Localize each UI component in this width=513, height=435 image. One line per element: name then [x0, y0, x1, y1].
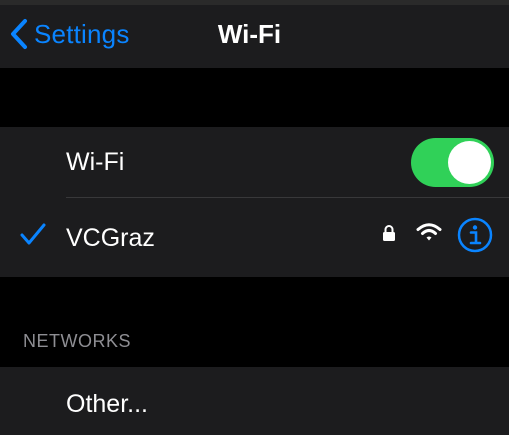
checkmark-icon	[20, 222, 46, 251]
networks-section-header: NETWORKS	[23, 331, 132, 351]
network-name: VCGraz	[66, 224, 155, 252]
lock-icon	[382, 224, 396, 247]
navigation-bar: Settings Wi-Fi	[0, 5, 509, 68]
connected-network-row[interactable]: VCGraz	[0, 198, 509, 277]
wifi-settings-screen: Settings Wi-Fi Wi-Fi VCGraz NETWORKS Oth…	[0, 0, 509, 435]
toggle-knob	[448, 141, 491, 184]
wifi-signal-icon	[416, 222, 442, 247]
wifi-toggle-label: Wi-Fi	[66, 148, 125, 176]
other-network-label: Other...	[66, 390, 148, 418]
wifi-group: Wi-Fi VCGraz	[0, 127, 509, 277]
page-title: Wi-Fi	[217, 19, 282, 49]
wifi-toggle[interactable]	[411, 138, 494, 187]
network-list-item[interactable]: Other...	[0, 367, 509, 435]
info-icon[interactable]	[457, 217, 493, 258]
